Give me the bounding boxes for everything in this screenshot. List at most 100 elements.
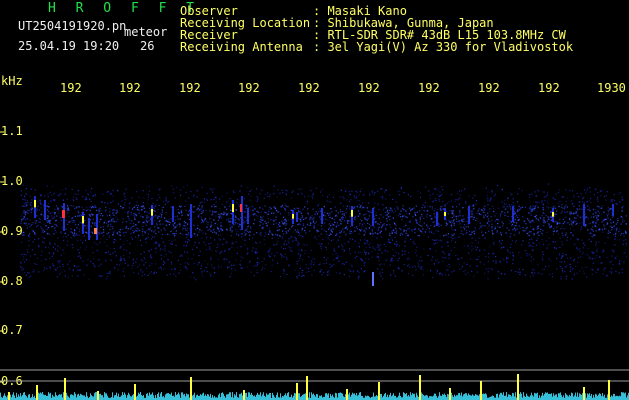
noise-pixel — [384, 191, 386, 193]
noise-pixel — [327, 237, 329, 239]
noise-pixel — [480, 209, 483, 211]
noise-pixel — [42, 231, 44, 233]
noise-pixel — [108, 272, 110, 274]
noise-pixel — [619, 260, 621, 262]
noise-pixel — [601, 251, 603, 253]
noise-pixel — [173, 233, 175, 235]
noise-pixel — [270, 219, 272, 221]
activity-bar — [510, 395, 511, 400]
noise-pixel — [244, 243, 246, 246]
noise-pixel — [543, 225, 545, 227]
noise-pixel — [210, 221, 213, 223]
noise-pixel — [385, 189, 387, 191]
noise-pixel — [226, 201, 228, 203]
noise-pixel — [347, 241, 349, 243]
noise-pixel — [317, 230, 320, 233]
noise-pixel — [370, 211, 372, 214]
activity-bar — [34, 395, 35, 400]
noise-pixel — [102, 226, 104, 228]
activity-bar — [43, 394, 44, 400]
activity-bar — [493, 396, 494, 400]
noise-pixel — [234, 219, 236, 221]
noise-pixel — [491, 220, 493, 222]
activity-bar — [63, 392, 64, 400]
noise-pixel — [67, 212, 69, 214]
noise-pixel — [255, 252, 257, 255]
noise-pixel — [171, 241, 173, 243]
noise-pixel — [415, 249, 417, 252]
noise-pixel — [37, 238, 39, 240]
noise-pixel — [341, 210, 344, 213]
noise-pixel — [237, 234, 240, 236]
activity-bar — [299, 393, 300, 400]
noise-pixel — [247, 247, 249, 249]
noise-pixel — [384, 250, 386, 252]
noise-pixel — [110, 223, 112, 225]
activity-bar — [558, 393, 559, 400]
noise-pixel — [562, 255, 564, 257]
activity-bar — [544, 394, 545, 400]
noise-pixel — [369, 233, 372, 235]
noise-pixel — [276, 226, 278, 228]
noise-pixel — [621, 210, 623, 212]
noise-pixel — [122, 255, 125, 257]
noise-pixel — [490, 268, 492, 270]
noise-pixel — [407, 234, 409, 237]
activity-bar — [509, 394, 510, 400]
noise-pixel — [270, 207, 272, 210]
noise-pixel — [118, 203, 120, 205]
noise-pixel — [609, 231, 611, 234]
noise-pixel — [254, 208, 256, 210]
activity-bar — [533, 396, 534, 400]
activity-bar — [413, 393, 414, 400]
noise-pixel — [625, 244, 627, 247]
noise-pixel — [255, 214, 258, 216]
noise-pixel — [513, 225, 515, 227]
noise-pixel — [198, 216, 200, 218]
noise-pixel — [254, 213, 256, 215]
activity-bar — [425, 395, 426, 400]
noise-pixel — [529, 207, 531, 209]
noise-pixel — [215, 201, 217, 203]
noise-pixel — [224, 212, 226, 214]
noise-pixel — [573, 258, 575, 260]
noise-pixel — [436, 208, 438, 211]
noise-pixel — [69, 231, 71, 233]
noise-pixel — [414, 211, 416, 214]
noise-pixel — [425, 186, 427, 188]
noise-pixel — [565, 254, 567, 256]
noise-pixel — [378, 226, 380, 228]
noise-pixel — [462, 233, 464, 235]
noise-pixel — [515, 239, 518, 242]
noise-pixel — [344, 190, 347, 193]
activity-bar — [45, 394, 46, 400]
noise-pixel — [380, 275, 382, 277]
noise-pixel — [356, 270, 359, 272]
noise-pixel — [89, 206, 91, 208]
noise-pixel — [458, 198, 460, 200]
noise-pixel — [320, 245, 322, 247]
noise-pixel — [601, 228, 603, 230]
noise-pixel — [202, 220, 204, 223]
noise-pixel — [363, 262, 365, 264]
noise-pixel — [179, 232, 182, 234]
noise-pixel — [493, 195, 495, 197]
noise-pixel — [229, 227, 232, 229]
noise-pixel — [306, 244, 308, 246]
noise-pixel — [504, 199, 506, 201]
noise-pixel — [438, 261, 440, 263]
noise-pixel — [86, 232, 88, 234]
activity-bar — [302, 394, 303, 400]
activity-bar — [486, 394, 487, 400]
activity-bar — [338, 393, 339, 400]
noise-pixel — [275, 243, 277, 246]
noise-pixel — [153, 207, 155, 209]
noise-pixel — [364, 232, 366, 234]
noise-pixel — [227, 266, 229, 268]
noise-pixel — [350, 264, 352, 266]
noise-pixel — [514, 241, 517, 243]
noise-pixel — [288, 246, 290, 248]
noise-pixel — [298, 243, 300, 245]
activity-bar — [248, 392, 249, 400]
activity-bar — [464, 393, 465, 400]
